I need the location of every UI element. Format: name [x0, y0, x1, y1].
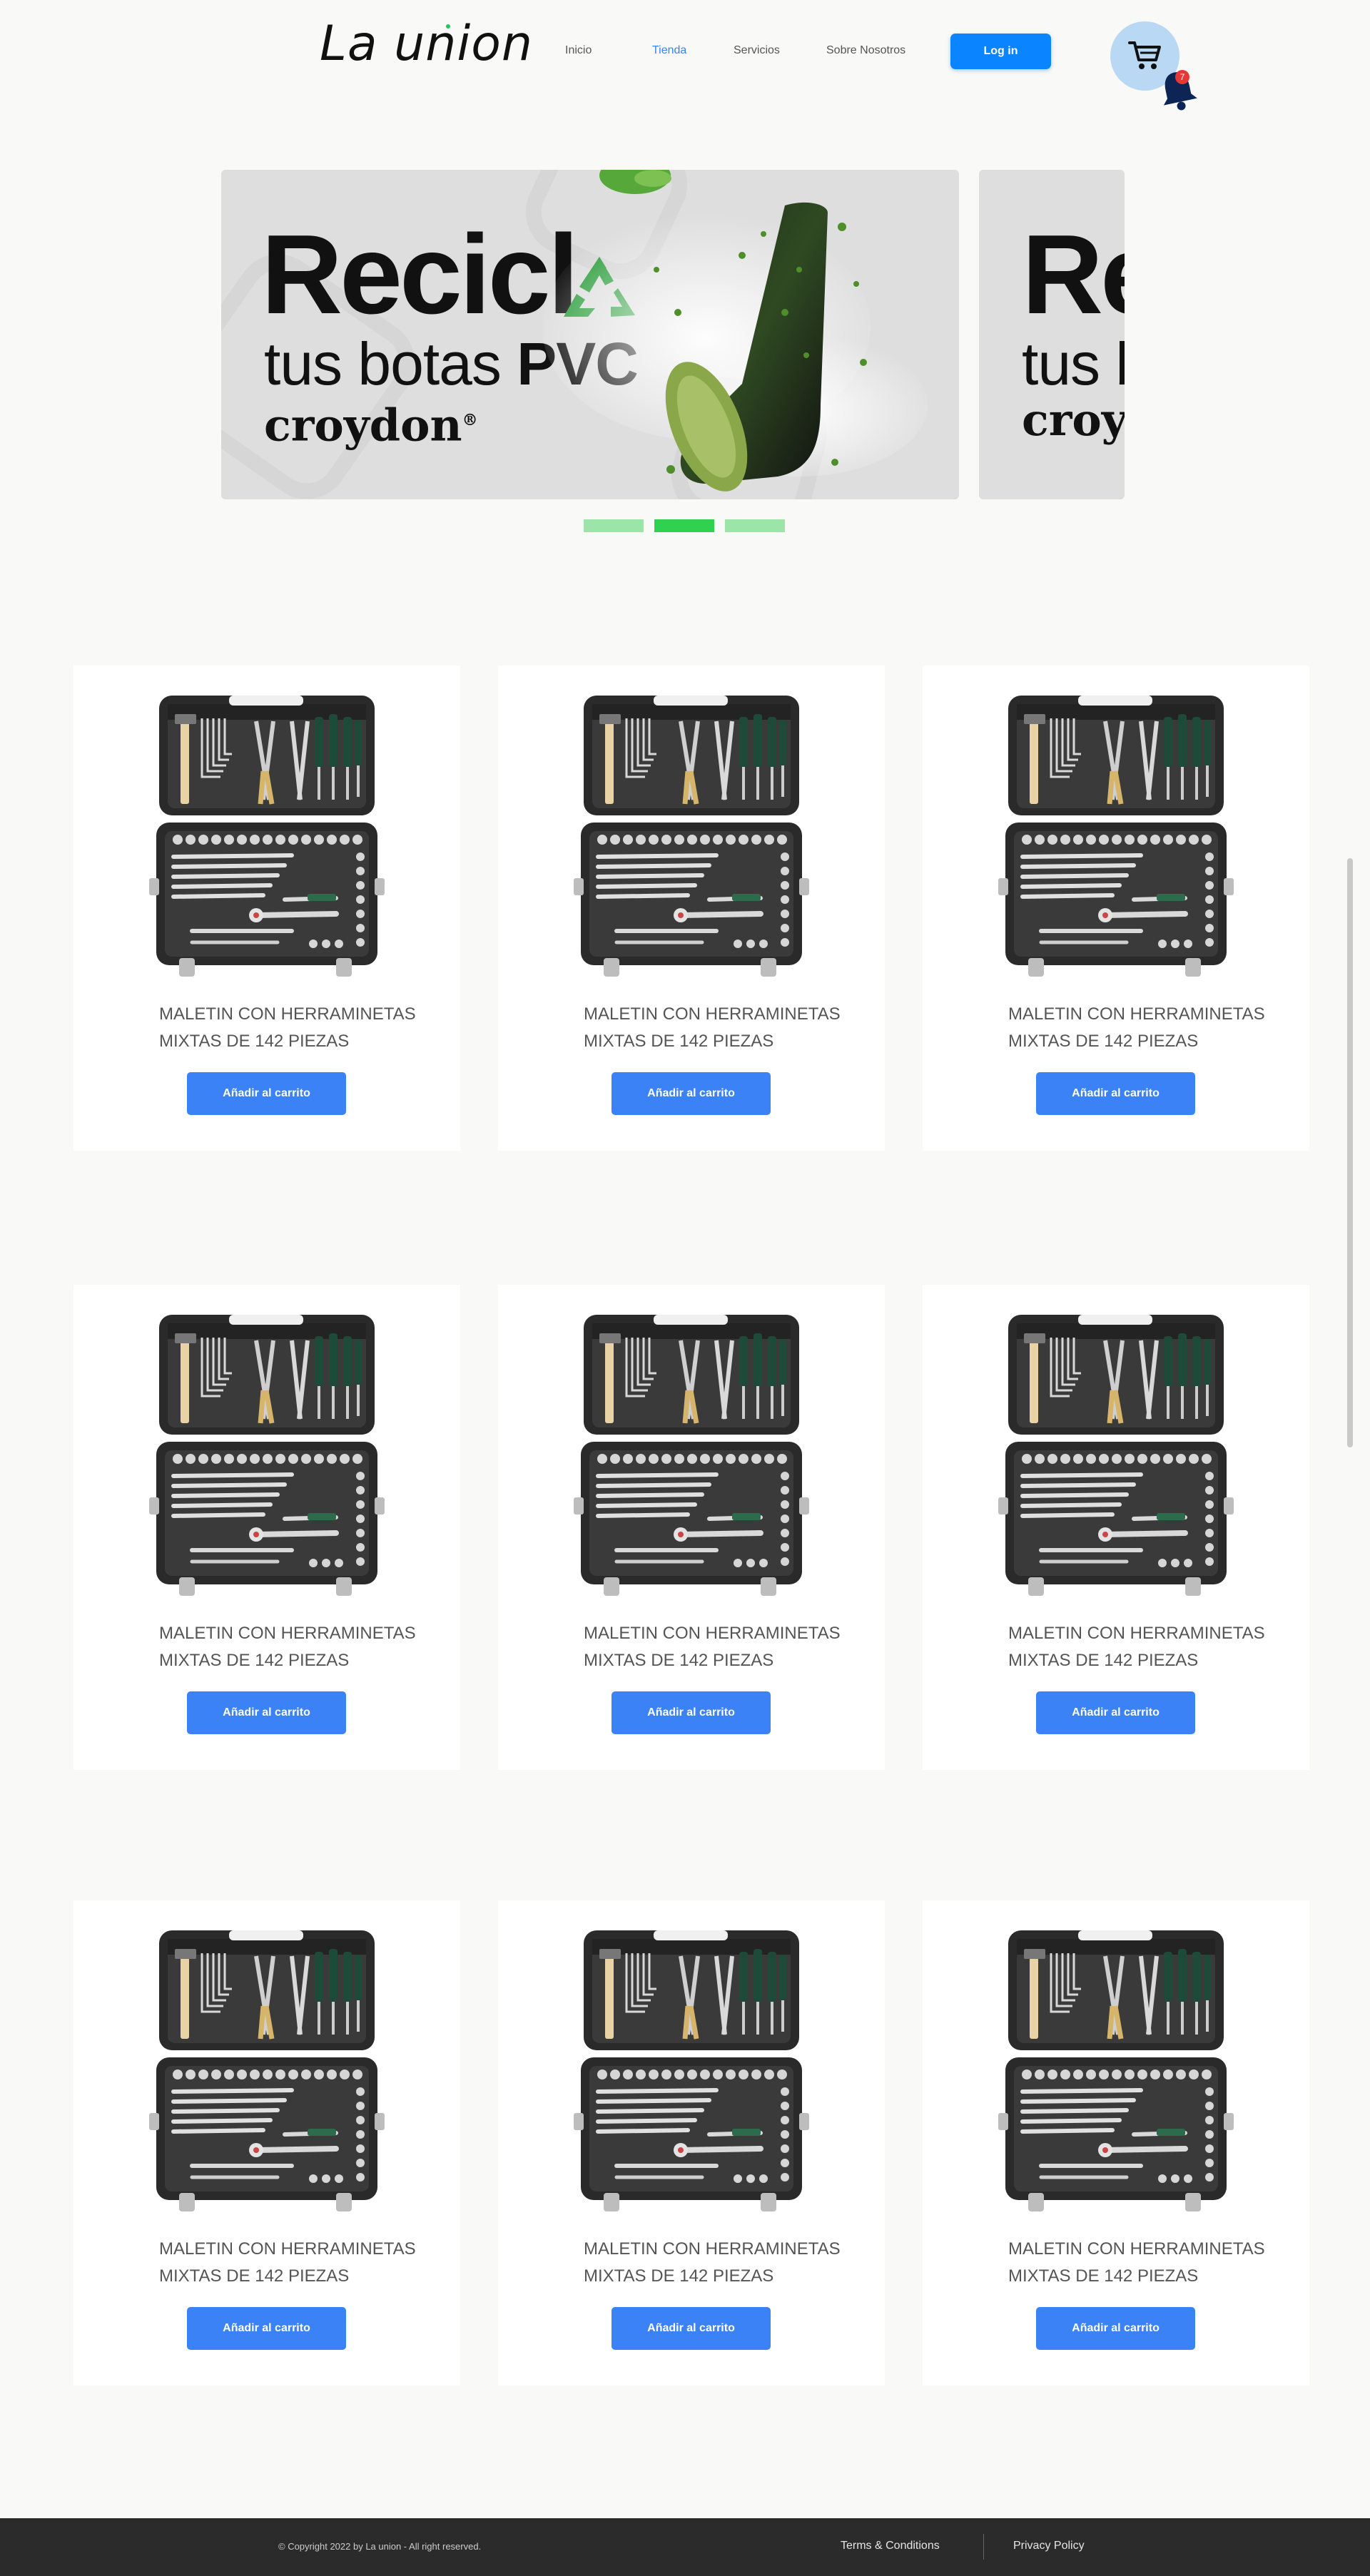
product-card[interactable]: MALETIN CON HERRAMINETAS MIXTAS DE 142 P… [923, 666, 1309, 1151]
product-image [149, 1930, 385, 2211]
add-to-cart-button[interactable]: Añadir al carrito [187, 1072, 346, 1115]
product-card[interactable]: MALETIN CON HERRAMINETAS MIXTAS DE 142 P… [73, 1285, 460, 1770]
scrollbar-thumb[interactable] [1347, 858, 1353, 1447]
privacy-link[interactable]: Privacy Policy [1013, 2540, 1085, 2552]
add-to-cart-button[interactable]: Añadir al carrito [1036, 1691, 1195, 1734]
product-image [149, 696, 385, 977]
product-card[interactable]: MALETIN CON HERRAMINETAS MIXTAS DE 142 P… [923, 1285, 1309, 1770]
carousel-slide-next[interactable]: Re tus b croy [979, 170, 1125, 499]
logo-text: La union [320, 16, 533, 72]
carousel-slide[interactable]: Recicl tus botas PVC croydon® [221, 170, 959, 499]
logo-dot [446, 24, 450, 29]
nav-tienda[interactable]: Tienda [652, 44, 686, 57]
site-logo[interactable]: La union [320, 16, 533, 72]
terms-link[interactable]: Terms & Conditions [841, 2540, 940, 2552]
promo-carousel[interactable]: Recicl tus botas PVC croydon® [221, 170, 1125, 499]
product-title[interactable]: MALETIN CON HERRAMINETAS MIXTAS DE 142 P… [159, 1001, 430, 1055]
product-image [998, 1315, 1234, 1596]
product-card[interactable]: MALETIN CON HERRAMINETAS MIXTAS DE 142 P… [73, 666, 460, 1151]
nav-sobre-nosotros[interactable]: Sobre Nosotros [826, 44, 905, 57]
site-header: La union Inicio Tienda Servicios Sobre N… [0, 0, 1370, 111]
site-footer: © Copyright 2022 by La union - All right… [0, 2518, 1370, 2576]
promo-brand: croydon® [264, 398, 478, 448]
product-card[interactable]: MALETIN CON HERRAMINETAS MIXTAS DE 142 P… [498, 1285, 885, 1770]
registered-mark: ® [462, 411, 478, 429]
carousel-dot-1[interactable] [584, 519, 644, 532]
product-card[interactable]: MALETIN CON HERRAMINETAS MIXTAS DE 142 P… [498, 1900, 885, 2386]
notification-badge: 7 [1175, 70, 1189, 84]
product-title[interactable]: MALETIN CON HERRAMINETAS MIXTAS DE 142 P… [1008, 1620, 1279, 1674]
product-image [149, 1315, 385, 1596]
add-to-cart-button[interactable]: Añadir al carrito [612, 2307, 771, 2350]
product-title[interactable]: MALETIN CON HERRAMINETAS MIXTAS DE 142 P… [584, 1001, 855, 1055]
product-title[interactable]: MALETIN CON HERRAMINETAS MIXTAS DE 142 P… [1008, 2236, 1279, 2290]
nav-servicios[interactable]: Servicios [734, 44, 780, 57]
footer-divider [983, 2534, 984, 2560]
promo-brand-next: croy [1022, 394, 1125, 446]
add-to-cart-button[interactable]: Añadir al carrito [1036, 1072, 1195, 1115]
product-image [574, 1315, 809, 1596]
product-card[interactable]: MALETIN CON HERRAMINETAS MIXTAS DE 142 P… [73, 1900, 460, 2386]
product-title[interactable]: MALETIN CON HERRAMINETAS MIXTAS DE 142 P… [159, 1620, 430, 1674]
product-title[interactable]: MALETIN CON HERRAMINETAS MIXTAS DE 142 P… [159, 2236, 430, 2290]
add-to-cart-button[interactable]: Añadir al carrito [612, 1691, 771, 1734]
product-card[interactable]: MALETIN CON HERRAMINETAS MIXTAS DE 142 P… [923, 1900, 1309, 2386]
product-title[interactable]: MALETIN CON HERRAMINETAS MIXTAS DE 142 P… [584, 2236, 855, 2290]
add-to-cart-button[interactable]: Añadir al carrito [187, 2307, 346, 2350]
product-image [998, 696, 1234, 977]
add-to-cart-button[interactable]: Añadir al carrito [1036, 2307, 1195, 2350]
product-title[interactable]: MALETIN CON HERRAMINETAS MIXTAS DE 142 P… [1008, 1001, 1279, 1055]
nav-inicio[interactable]: Inicio [565, 44, 592, 57]
promo-subline-next: tus b [1022, 330, 1125, 397]
product-image [998, 1930, 1234, 2211]
promo-headline-next: Re [1022, 212, 1125, 337]
carousel-dot-2[interactable] [654, 519, 714, 532]
copyright-text: © Copyright 2022 by La union - All right… [278, 2541, 482, 2552]
product-title[interactable]: MALETIN CON HERRAMINETAS MIXTAS DE 142 P… [584, 1620, 855, 1674]
promo-brand-name: croydon [264, 399, 462, 452]
add-to-cart-button[interactable]: Añadir al carrito [187, 1691, 346, 1734]
login-button[interactable]: Log in [950, 34, 1051, 69]
carousel-dot-3[interactable] [725, 519, 785, 532]
product-card[interactable]: MALETIN CON HERRAMINETAS MIXTAS DE 142 P… [498, 666, 885, 1151]
product-image [574, 1930, 809, 2211]
add-to-cart-button[interactable]: Añadir al carrito [612, 1072, 771, 1115]
product-image [574, 696, 809, 977]
promo-subline-light: tus botas [264, 330, 502, 397]
boot-illustration [542, 170, 928, 492]
